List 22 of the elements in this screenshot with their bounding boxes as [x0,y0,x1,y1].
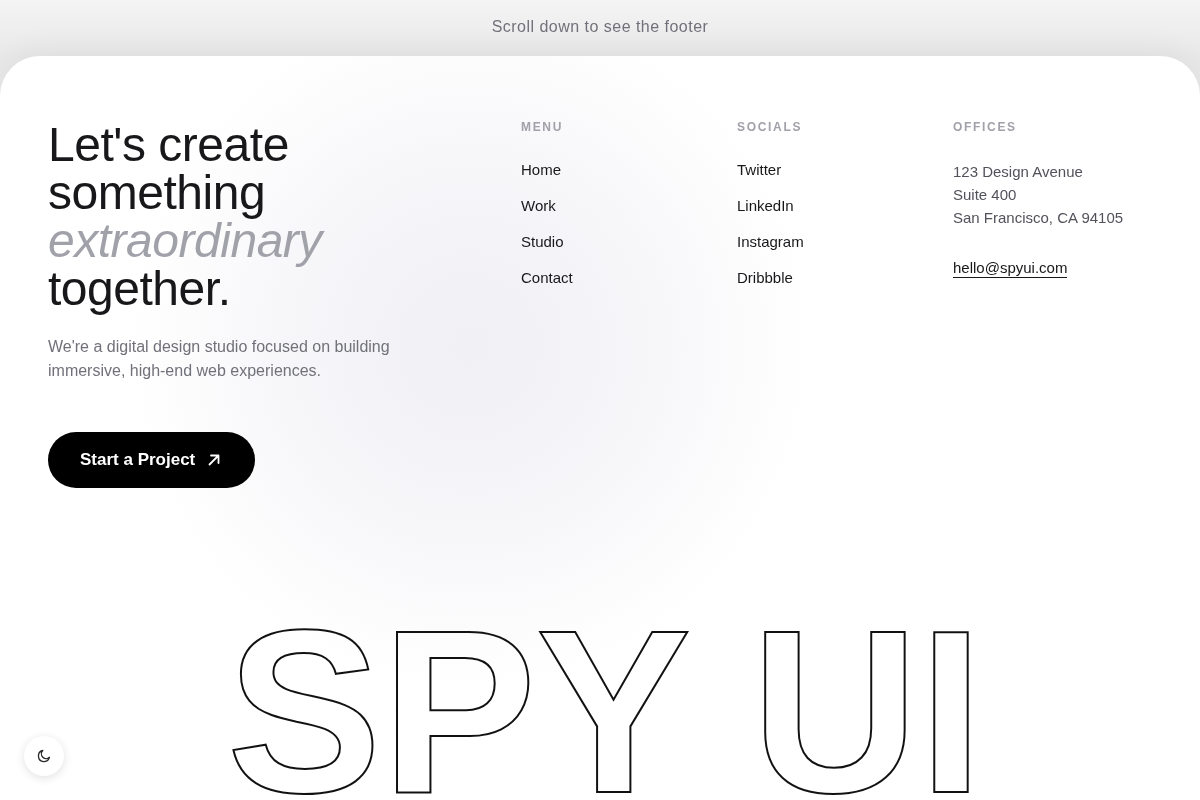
address-line: San Francisco, CA 94105 [953,208,1124,228]
column-heading: SOCIALS [737,121,803,133]
footer-link[interactable]: Instagram [737,232,804,252]
footer-link[interactable]: Home [521,160,561,180]
footer-link[interactable]: Contact [521,268,573,288]
address-line: 123 Design Avenue [953,162,1083,182]
scroll-hint: Scroll down to see the footer [491,18,709,36]
hero-heading: Let's create something extraordinary together. [48,121,368,313]
footer-link[interactable]: Twitter [737,160,782,180]
footer-link[interactable]: Dribbble [737,268,793,288]
outlined-wordmark: SPY UI [225,621,985,798]
column-heading: MENU [521,121,564,133]
studio-description: We're a digital design studio focused on building immersive, high-end web experiences. [48,337,391,381]
footer-link[interactable]: LinkedIn [737,196,794,216]
footer-link[interactable]: Work [521,196,556,216]
email-link[interactable]: hello@spyui.com [953,259,1068,278]
column-heading: OFFICES [953,121,1017,133]
start-project-button[interactable]: Start a Project [48,432,256,488]
address-line: Suite 400 [953,185,1017,205]
arrow-up-right-icon [208,454,221,466]
footer-link[interactable]: Studio [521,232,564,252]
moon-icon [37,749,51,763]
